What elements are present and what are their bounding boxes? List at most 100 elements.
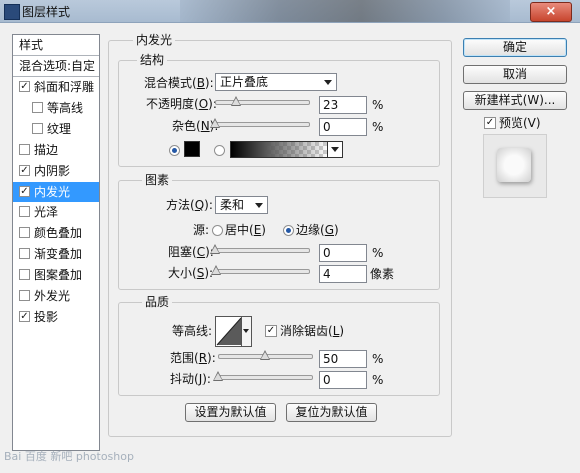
style-item-2[interactable]: 纹理 bbox=[13, 119, 99, 139]
method-value: 柔和 bbox=[220, 198, 245, 212]
style-item-6[interactable]: 光泽 bbox=[13, 202, 99, 222]
size-input[interactable]: 4 bbox=[319, 265, 367, 283]
make-default-button[interactable]: 设置为默认值 bbox=[185, 403, 276, 422]
gradient-picker[interactable] bbox=[230, 141, 343, 158]
range-slider-thumb[interactable] bbox=[259, 350, 270, 360]
opacity-slider[interactable] bbox=[215, 100, 310, 105]
antialias-checkbox[interactable]: ✓ bbox=[265, 325, 277, 337]
style-item-5[interactable]: ✓ 内发光 bbox=[13, 181, 99, 202]
choke-label: 阻塞(C): bbox=[168, 245, 214, 259]
contour-dropdown[interactable] bbox=[241, 317, 251, 346]
size-slider[interactable] bbox=[215, 269, 310, 274]
style-item-checkbox[interactable]: ✓ bbox=[19, 185, 30, 197]
noise-input[interactable]: 0 bbox=[319, 118, 367, 136]
chevron-down-icon bbox=[255, 203, 263, 208]
opacity-input[interactable]: 23 bbox=[319, 96, 367, 114]
style-item-checkbox[interactable] bbox=[19, 227, 30, 239]
preview-checkbox[interactable]: ✓ bbox=[484, 117, 496, 129]
gradient-dropdown[interactable] bbox=[327, 142, 342, 157]
style-item-10[interactable]: 外发光 bbox=[13, 286, 99, 306]
contour-picker[interactable] bbox=[215, 316, 252, 347]
choke-slider[interactable] bbox=[215, 248, 310, 253]
source-edge-label[interactable]: 边缘(G) bbox=[296, 222, 339, 238]
style-item-7[interactable]: 颜色叠加 bbox=[13, 223, 99, 243]
style-item-1[interactable]: 等高线 bbox=[13, 98, 99, 118]
style-item-8[interactable]: 渐变叠加 bbox=[13, 244, 99, 264]
quality-group bbox=[118, 302, 440, 396]
style-item-label: 投影 bbox=[34, 309, 59, 324]
opacity-slider-thumb[interactable] bbox=[231, 96, 242, 106]
gradient-preview bbox=[231, 142, 328, 157]
style-item-label: 描边 bbox=[34, 142, 59, 157]
style-item-checkbox[interactable] bbox=[19, 269, 30, 281]
jitter-label: 抖动(J): bbox=[170, 372, 211, 386]
style-item-label: 等高线 bbox=[47, 100, 84, 115]
window-title: 图层样式 bbox=[22, 5, 71, 19]
close-button[interactable]: × bbox=[530, 2, 572, 22]
size-slider-thumb[interactable] bbox=[211, 265, 222, 275]
style-item-checkbox[interactable]: ✓ bbox=[19, 164, 30, 176]
jitter-input[interactable]: 0 bbox=[319, 371, 367, 389]
noise-slider[interactable] bbox=[215, 122, 310, 127]
style-item-3[interactable]: 描边 bbox=[13, 140, 99, 160]
choke-input[interactable]: 0 bbox=[319, 244, 367, 262]
blend-mode-value: 正片叠底 bbox=[220, 75, 269, 89]
gradient-radio[interactable] bbox=[214, 145, 225, 156]
reset-default-button[interactable]: 复位为默认值 bbox=[286, 403, 377, 422]
style-item-label: 内阴影 bbox=[34, 163, 71, 178]
jitter-slider[interactable] bbox=[218, 375, 313, 380]
range-input[interactable]: 50 bbox=[319, 350, 367, 368]
chevron-down-icon bbox=[324, 80, 332, 85]
style-item-9[interactable]: 图案叠加 bbox=[13, 265, 99, 285]
solid-color-radio[interactable] bbox=[169, 145, 180, 156]
choke-unit: % bbox=[372, 246, 384, 260]
contour-preview bbox=[216, 317, 242, 346]
app-icon bbox=[4, 4, 20, 20]
ok-button[interactable]: 确定 bbox=[463, 38, 567, 57]
style-item-checkbox[interactable] bbox=[32, 101, 43, 113]
style-list: 样式 混合选项:自定 ✓ 斜面和浮雕等高线纹理描边 ✓ 内阴影 ✓ 内发光 光泽颜色叠加渐变… bbox=[12, 34, 100, 451]
style-item-checkbox[interactable] bbox=[19, 248, 30, 260]
noise-slider-thumb[interactable] bbox=[210, 118, 220, 128]
style-item-checkbox[interactable] bbox=[19, 290, 30, 301]
source-center-radio[interactable] bbox=[212, 225, 223, 236]
glow-color-swatch[interactable] bbox=[184, 141, 200, 157]
new-style-button[interactable]: 新建样式(W)... bbox=[463, 91, 567, 110]
chevron-down-icon bbox=[243, 329, 249, 333]
range-unit: % bbox=[372, 352, 384, 366]
method-label: 方法(Q): bbox=[166, 198, 213, 212]
style-item-checkbox[interactable]: ✓ bbox=[19, 310, 30, 322]
source-edge-radio[interactable] bbox=[283, 225, 294, 236]
method-select[interactable]: 柔和 bbox=[215, 196, 268, 214]
quality-title: 品质 bbox=[142, 295, 173, 309]
style-item-label: 图案叠加 bbox=[34, 268, 83, 283]
jitter-slider-thumb[interactable] bbox=[213, 371, 223, 381]
style-item-checkbox[interactable] bbox=[32, 122, 43, 134]
size-unit: 像素 bbox=[370, 267, 395, 281]
style-item-label: 纹理 bbox=[47, 121, 72, 136]
size-label: 大小(S): bbox=[168, 266, 214, 280]
elements-title: 图素 bbox=[142, 173, 173, 187]
style-item-label: 渐变叠加 bbox=[34, 247, 83, 262]
choke-slider-thumb[interactable] bbox=[210, 244, 220, 254]
preview-label[interactable]: 预览(V) bbox=[499, 115, 541, 131]
antialias-label[interactable]: 消除锯齿(L) bbox=[280, 323, 344, 339]
inner-glow-title: 内发光 bbox=[133, 33, 176, 47]
style-item-checkbox[interactable]: ✓ bbox=[19, 81, 30, 92]
style-item-4[interactable]: ✓ 内阴影 bbox=[13, 161, 99, 181]
style-item-checkbox[interactable] bbox=[19, 143, 30, 155]
style-item-checkbox[interactable] bbox=[19, 206, 30, 218]
style-item-0[interactable]: ✓ 斜面和浮雕 bbox=[13, 77, 99, 97]
source-center-label[interactable]: 居中(E) bbox=[225, 222, 266, 238]
opacity-unit: % bbox=[372, 98, 384, 112]
source-label: 源: bbox=[193, 223, 210, 237]
blending-options-item[interactable]: 混合选项:自定 bbox=[13, 56, 99, 77]
style-item-11[interactable]: ✓ 投影 bbox=[13, 307, 99, 327]
structure-title: 结构 bbox=[137, 53, 168, 67]
styles-header[interactable]: 样式 bbox=[13, 35, 99, 56]
cancel-button[interactable]: 取消 bbox=[463, 65, 567, 84]
blend-mode-select[interactable]: 正片叠底 bbox=[215, 73, 337, 91]
style-item-label: 颜色叠加 bbox=[34, 226, 83, 241]
title-bar[interactable]: 图层样式 × bbox=[0, 0, 580, 23]
style-item-label: 外发光 bbox=[34, 289, 71, 303]
